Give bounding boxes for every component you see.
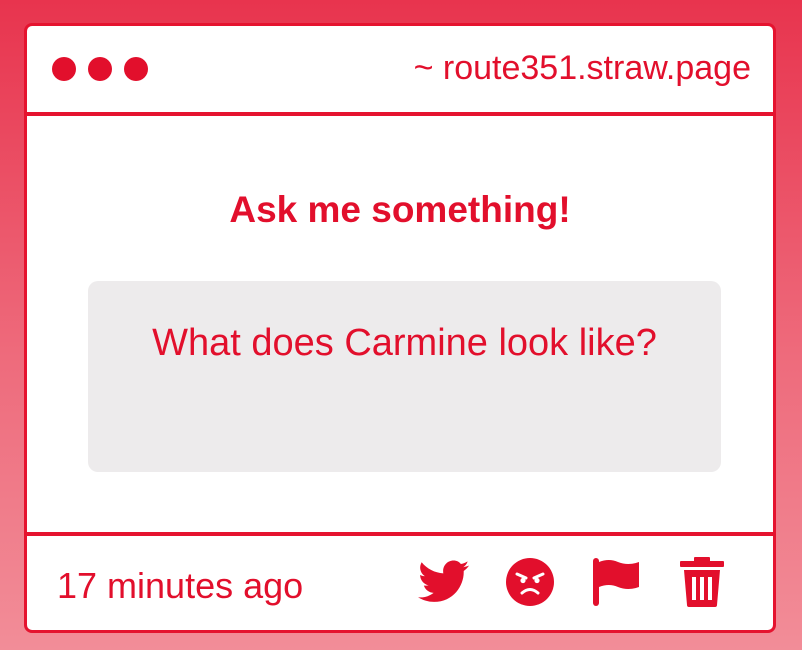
card-footer: 17 minutes ago (27, 532, 773, 630)
report-button[interactable] (590, 556, 642, 608)
delete-button[interactable] (676, 556, 728, 608)
window-titlebar: ~ route351.straw.page (27, 26, 773, 116)
window-dot (52, 57, 76, 81)
timestamp: 17 minutes ago (57, 565, 304, 606)
page-title: Ask me something! (229, 189, 571, 230)
angry-face-icon (506, 558, 554, 606)
window-controls (52, 57, 148, 81)
window-dot (124, 57, 148, 81)
question-text: What does Carmine look like? (88, 281, 721, 472)
trash-icon (680, 557, 724, 607)
action-bar (418, 556, 728, 608)
react-angry-button[interactable] (504, 556, 556, 608)
twitter-icon (418, 560, 470, 602)
question-content: Ask me something! What does Carmine look… (27, 116, 773, 532)
window-dot (88, 57, 112, 81)
page-url[interactable]: ~ route351.straw.page (414, 48, 751, 88)
question-card: ~ route351.straw.page Ask me something! … (24, 23, 776, 633)
share-twitter-button[interactable] (418, 556, 470, 608)
flag-icon (593, 558, 639, 606)
